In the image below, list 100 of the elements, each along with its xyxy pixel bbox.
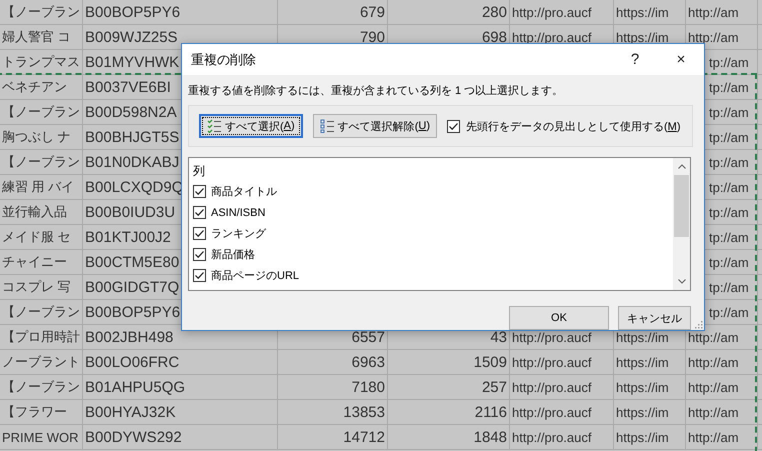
cancel-button[interactable]: キャンセル bbox=[618, 306, 691, 330]
url-cell: https://im bbox=[616, 354, 669, 370]
title-cell: 【ノーブラン bbox=[2, 3, 80, 21]
code-cell: B00DYWS292 bbox=[85, 428, 182, 446]
url-cell: tp://am bbox=[709, 280, 749, 294]
checklist-icon bbox=[207, 119, 221, 133]
chevron-down-icon bbox=[678, 279, 686, 284]
code-cell: B00LO06FRC bbox=[85, 354, 180, 370]
url-cell: tp://am bbox=[709, 180, 749, 194]
title-cell: ベネチアン bbox=[2, 78, 67, 96]
url-cell: http://pro.aucf bbox=[512, 330, 592, 344]
code-cell: B00BHJGT5S bbox=[85, 128, 180, 146]
number-cell: 1509 bbox=[474, 354, 507, 370]
code-cell: B00HYAJ32K bbox=[85, 404, 176, 420]
title-cell: トランプマス bbox=[2, 53, 80, 71]
checkbox[interactable] bbox=[193, 269, 206, 282]
number-cell: 790 bbox=[360, 28, 385, 46]
title-cell: メイド服 セ bbox=[2, 228, 71, 246]
number-cell: 1848 bbox=[474, 428, 507, 446]
number-cell: 280 bbox=[482, 4, 507, 20]
number-cell: 13853 bbox=[343, 404, 385, 420]
url-cell: https://im bbox=[616, 430, 669, 444]
column-label[interactable]: ランキング bbox=[211, 226, 266, 241]
code-cell: B00CTM5E80 bbox=[85, 254, 180, 270]
number-cell: 698 bbox=[482, 28, 507, 46]
checkbox[interactable] bbox=[446, 120, 460, 132]
url-cell: http://am bbox=[688, 404, 739, 420]
help-button[interactable]: ? bbox=[612, 45, 658, 74]
url-cell: http://pro.aucf bbox=[512, 30, 592, 44]
code-cell: B01KTJ00J2 bbox=[85, 228, 171, 246]
column-label[interactable]: ASIN/ISBN bbox=[211, 206, 266, 218]
url-cell: http://am bbox=[688, 4, 739, 20]
code-cell: B0037VE6BI bbox=[85, 78, 171, 96]
url-cell: http://am bbox=[688, 430, 739, 444]
window-title: 重複の削除 bbox=[191, 50, 257, 68]
code-cell: B009WJZ25S bbox=[85, 28, 178, 46]
column-label[interactable]: 商品タイトル bbox=[211, 184, 277, 199]
list-icon bbox=[320, 119, 334, 133]
title-cell: コスプレ 写 bbox=[2, 278, 71, 296]
number-cell: 2116 bbox=[474, 404, 507, 420]
title-cell: 並行輸入品 bbox=[2, 203, 67, 221]
title-cell: 【プロ用時計 bbox=[2, 328, 80, 346]
url-cell: https://im bbox=[616, 30, 669, 44]
checkbox[interactable] bbox=[193, 248, 206, 261]
url-cell: tp://am bbox=[709, 54, 749, 70]
number-cell: 679 bbox=[360, 4, 385, 20]
scroll-bar[interactable] bbox=[673, 158, 690, 290]
code-cell: B00BOP5PY6 bbox=[85, 4, 180, 20]
ok-button[interactable]: OK bbox=[509, 306, 609, 330]
number-cell: 6963 bbox=[352, 354, 385, 370]
url-cell: http://am bbox=[688, 330, 739, 344]
code-cell: B002JBH498 bbox=[85, 328, 174, 346]
url-cell: https://im bbox=[616, 404, 669, 420]
url-cell: tp://am bbox=[709, 80, 749, 94]
url-cell: tp://am bbox=[709, 204, 749, 220]
checkbox-label[interactable]: 先頭行をデータの見出しとして使用する(M) bbox=[466, 118, 680, 134]
title-cell: 【ノーブラン bbox=[2, 303, 80, 321]
title-cell: 練習 用 バイ bbox=[2, 178, 74, 196]
number-cell: 6557 bbox=[352, 328, 385, 346]
checkbox[interactable] bbox=[193, 185, 206, 198]
title-cell: 【ノーブラン bbox=[2, 378, 80, 396]
url-cell: http://pro.aucf bbox=[512, 380, 592, 394]
url-cell: http://pro.aucf bbox=[512, 4, 592, 20]
number-cell: 7180 bbox=[352, 378, 385, 396]
url-cell: http://pro.aucf bbox=[512, 404, 592, 420]
number-cell: 257 bbox=[482, 378, 507, 396]
url-cell: https://im bbox=[616, 330, 669, 344]
url-cell: http://am bbox=[688, 380, 739, 394]
title-cell: 【ノーブラン bbox=[2, 153, 80, 171]
url-cell: http://am bbox=[688, 30, 739, 44]
column-label[interactable]: 商品ページのURL bbox=[211, 268, 300, 283]
title-cell: 胸つぶし ナ bbox=[2, 128, 71, 146]
column-label[interactable]: 新品価格 bbox=[211, 247, 255, 262]
url-cell: tp://am bbox=[709, 230, 749, 244]
close-button[interactable]: × bbox=[658, 45, 704, 74]
code-cell: B01AHPU5QG bbox=[85, 378, 186, 396]
code-cell: B00BOP5PY6 bbox=[85, 304, 180, 320]
code-cell: B01N0DKABJ bbox=[85, 154, 180, 170]
number-cell: 14712 bbox=[343, 428, 385, 446]
title-cell: PRIME WOR bbox=[2, 430, 79, 444]
title-cell: 【フラワー bbox=[2, 403, 67, 421]
checkbox[interactable] bbox=[193, 206, 206, 219]
url-cell: http://pro.aucf bbox=[512, 354, 592, 370]
url-cell: http://am bbox=[688, 354, 739, 370]
title-cell: チャイニー bbox=[2, 253, 67, 271]
url-cell: tp://am bbox=[709, 130, 749, 144]
select-all-button[interactable]: すべて選択(A) bbox=[199, 114, 303, 138]
url-cell: tp://am bbox=[709, 104, 749, 120]
checkbox[interactable] bbox=[193, 227, 206, 240]
url-cell: tp://am bbox=[709, 154, 749, 170]
unselect-all-button[interactable]: すべて選択解除(U) bbox=[312, 114, 437, 138]
url-cell: https://im bbox=[616, 4, 669, 20]
code-cell: B00GIDGT7Q bbox=[85, 278, 180, 296]
title-cell: 婦人警官 コ bbox=[2, 28, 71, 46]
url-cell: tp://am bbox=[709, 304, 749, 320]
url-cell: http://pro.aucf bbox=[512, 430, 592, 444]
title-cell: ノーブラント bbox=[2, 353, 80, 371]
url-cell: tp://am bbox=[709, 254, 749, 270]
number-cell: 43 bbox=[490, 328, 507, 346]
url-cell: https://im bbox=[616, 380, 669, 394]
